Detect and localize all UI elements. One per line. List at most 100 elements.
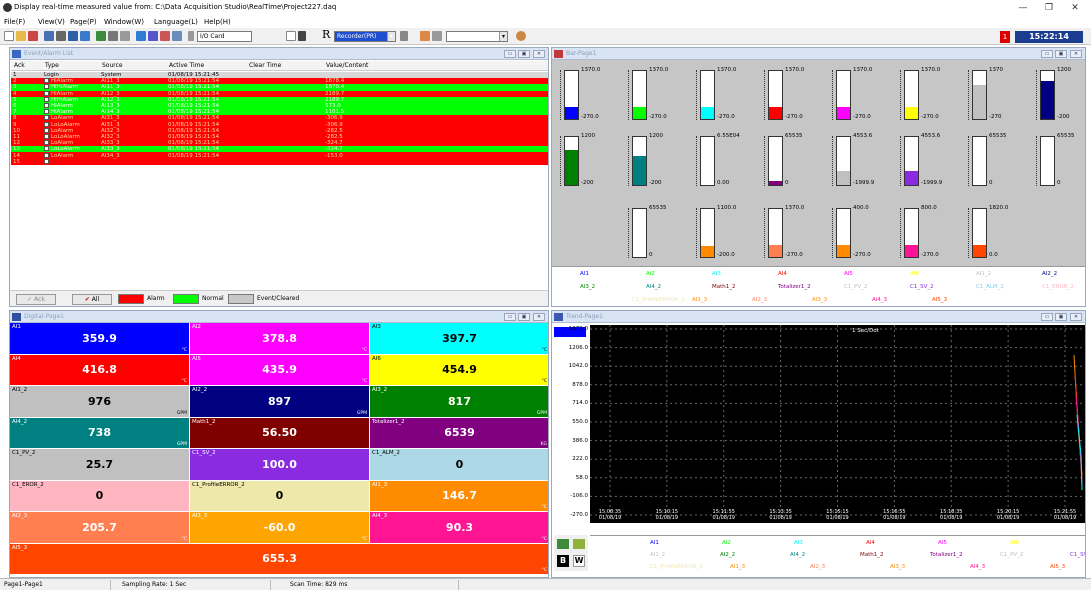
minimize-icon[interactable]: ▭ — [504, 50, 516, 58]
bar-chart-icon[interactable] — [160, 31, 170, 41]
table-icon[interactable] — [80, 31, 90, 41]
bar-gauge[interactable] — [1040, 70, 1055, 120]
restore-icon[interactable]: ▣ — [1055, 50, 1067, 58]
bar-gauge[interactable] — [972, 136, 987, 186]
bar-gauge[interactable] — [972, 70, 987, 120]
bar-gauge[interactable] — [564, 136, 579, 186]
gauge-icon[interactable] — [516, 31, 526, 41]
digital-cell[interactable]: C1_ALM_2 0 — [370, 449, 548, 481]
bar-gauge[interactable] — [1040, 136, 1055, 186]
ack-checkbox[interactable] — [44, 140, 49, 146]
ack-checkbox[interactable] — [44, 158, 49, 164]
digital-cell[interactable]: AI1 359.9 °C — [10, 323, 190, 355]
digital-cell[interactable]: Math1_2 56.50 — [190, 417, 370, 449]
restore-icon[interactable]: ▣ — [1055, 313, 1067, 321]
settings-icon[interactable] — [56, 31, 66, 41]
digital-cell[interactable]: AI4 416.8 °C — [10, 354, 190, 386]
ack-checkbox[interactable] — [44, 96, 49, 102]
restore-icon[interactable]: ▣ — [518, 313, 530, 321]
digital-cell[interactable]: C1_SV_2 100.0 — [190, 449, 370, 481]
ack-checkbox[interactable] — [44, 84, 49, 90]
bar-gauge[interactable] — [768, 208, 783, 258]
legend-item[interactable]: C1_PV_2 — [1000, 552, 1023, 558]
digital-cell[interactable]: AI4_3 90.3 °C — [370, 512, 548, 544]
bar-gauge[interactable] — [564, 70, 579, 120]
import-icon[interactable] — [420, 31, 430, 41]
digital-cell[interactable]: C1_PV_2 25.7 — [10, 449, 190, 481]
digital-cell[interactable]: AI3 397.7 °C — [370, 323, 548, 355]
col-ack[interactable]: Ack — [14, 62, 25, 69]
recorder-r-icon[interactable]: R — [322, 29, 332, 40]
legend-item[interactable]: AI4_2 — [790, 552, 805, 558]
channel-select[interactable]: ▾ — [446, 31, 508, 42]
legend-item[interactable]: Totalizer1_2 — [778, 284, 811, 290]
legend-item[interactable]: AI4_2 — [646, 284, 661, 290]
menu-file[interactable]: File(F) — [4, 18, 25, 26]
trend-icon[interactable] — [148, 31, 158, 41]
legend-item[interactable]: AI4_3 — [970, 564, 985, 570]
device-icon[interactable] — [298, 31, 306, 41]
recorder-select[interactable]: Recorder(PR) ▾ — [334, 31, 396, 42]
ack-all-button[interactable]: ✔ All — [72, 294, 112, 305]
table-row[interactable]: 15 — [11, 158, 548, 165]
white-bg-button[interactable]: W — [573, 555, 585, 567]
legend-item[interactable]: AI3_3 — [890, 564, 905, 570]
digital-icon[interactable] — [136, 31, 146, 41]
legend-item[interactable]: C1_ProfileERROR_2 — [650, 564, 703, 570]
menu-view[interactable]: View(V) — [38, 18, 65, 26]
menu-page[interactable]: Page(P) — [70, 18, 97, 26]
bar-gauge[interactable] — [632, 136, 647, 186]
ack-checkbox[interactable] — [44, 90, 49, 96]
legend-item[interactable]: C1_SV_2 — [910, 284, 934, 290]
legend-item[interactable]: Math1_2 — [712, 284, 736, 290]
print-icon[interactable] — [44, 31, 54, 41]
new-file-icon[interactable] — [4, 31, 14, 41]
legend-item[interactable]: AI5 — [938, 540, 947, 546]
minimize-icon[interactable]: ▭ — [1041, 50, 1053, 58]
col-clear-time[interactable]: Clear Time — [249, 62, 281, 69]
legend-item[interactable]: C1_SV_2 — [1070, 552, 1085, 558]
close-icon[interactable]: ✕ — [1070, 313, 1082, 321]
legend-item[interactable]: AI2_2 — [720, 552, 735, 558]
ack-checkbox[interactable] — [44, 109, 49, 115]
bar-gauge[interactable] — [700, 136, 715, 186]
legend-item[interactable]: AI1 — [580, 271, 589, 277]
minimize-button[interactable]: — — [1013, 2, 1033, 14]
close-icon[interactable]: ✕ — [1070, 50, 1082, 58]
trend-plot[interactable]: 1 Sec/Dot 15:08:35 01/08/19 15:10:15 01/08/… — [590, 325, 1085, 523]
legend-item[interactable]: AI3 — [712, 271, 721, 277]
menu-window[interactable]: Window(W) — [104, 18, 144, 26]
menu-language[interactable]: Language(L) — [154, 18, 198, 26]
open-folder-icon[interactable] — [16, 31, 26, 41]
digital-cell[interactable]: AI2_3 205.7 °C — [10, 512, 190, 544]
legend-item[interactable]: AI1_3 — [730, 564, 745, 570]
event-icon[interactable] — [172, 31, 182, 41]
close-button[interactable]: ✕ — [1065, 2, 1085, 14]
layout-icon[interactable] — [120, 31, 130, 41]
ack-checkbox[interactable] — [44, 127, 49, 133]
grid-icon[interactable] — [68, 31, 78, 41]
io-card-select[interactable]: I/O Card — [197, 31, 252, 42]
ack-checkbox[interactable] — [44, 133, 49, 139]
close-icon[interactable]: ✕ — [533, 313, 545, 321]
ack-checkbox[interactable] — [44, 121, 49, 127]
probe-icon[interactable] — [188, 31, 194, 41]
digital-cell[interactable]: AI6 454.9 °C — [370, 354, 548, 386]
digital-cell[interactable]: Totalizer1_2 6539 KG — [370, 417, 548, 449]
legend-item[interactable]: AI6 — [910, 271, 919, 277]
legend-item[interactable]: AI5_3 — [1050, 564, 1065, 570]
col-active-time[interactable]: Active Time — [169, 62, 204, 69]
tools-icon[interactable] — [432, 31, 442, 41]
legend-item[interactable]: AI2 — [646, 271, 655, 277]
ack-checkbox[interactable] — [44, 103, 49, 109]
legend-item[interactable]: AI1_3 — [692, 297, 707, 303]
close-icon[interactable]: ✕ — [533, 50, 545, 58]
menu-help[interactable]: Help(H) — [204, 18, 231, 26]
legend-item[interactable]: AI6 — [1010, 540, 1019, 546]
ack-button[interactable]: ✓ Ack — [16, 294, 56, 305]
digital-cell[interactable]: AI1_2 976 GPM — [10, 386, 190, 418]
alert-badge[interactable]: 1 — [1000, 31, 1010, 43]
maximize-button[interactable]: ❐ — [1039, 2, 1059, 14]
bar-gauge[interactable] — [972, 208, 987, 258]
bar-gauge[interactable] — [904, 208, 919, 258]
